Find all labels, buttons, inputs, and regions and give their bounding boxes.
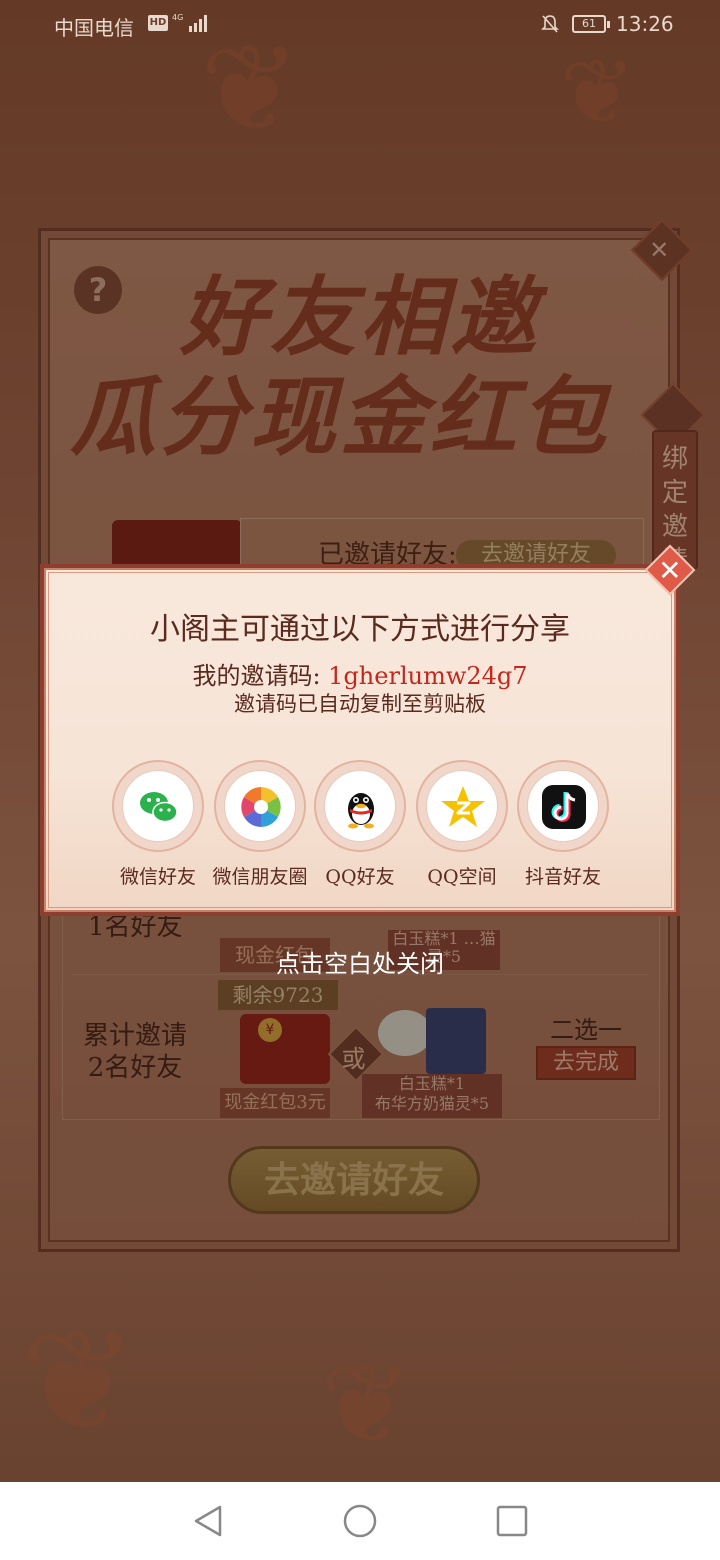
share-wechat-moments[interactable]: 微信朋友圈 — [210, 760, 310, 889]
recent-apps-icon[interactable] — [494, 1503, 530, 1539]
share-label: QQ空间 — [427, 866, 497, 888]
share-icon-ring — [112, 760, 204, 852]
share-label: QQ好友 — [325, 866, 395, 888]
network-type: 4G — [172, 13, 184, 22]
close-icon: ✕ — [658, 554, 682, 588]
clock: 13:26 — [616, 12, 674, 36]
share-label: 微信朋友圈 — [212, 866, 308, 888]
share-icon-ring — [314, 760, 406, 852]
share-label: 抖音好友 — [524, 866, 601, 888]
carrier-name: 中国电信 — [54, 16, 134, 40]
share-qq-friends[interactable]: QQ好友 — [310, 760, 410, 889]
hd-badge: HD — [148, 15, 168, 31]
share-douyin-friends[interactable]: 抖音好友 — [513, 760, 613, 889]
share-icon-ring — [214, 760, 306, 852]
signal-icon — [189, 15, 207, 32]
wechat-moments-icon — [224, 770, 296, 842]
share-label: 微信好友 — [119, 866, 196, 888]
bell-muted-icon — [541, 15, 559, 33]
wechat-icon — [122, 770, 194, 842]
invite-code[interactable]: 1gherlumw24g7 — [328, 662, 527, 690]
share-icon-ring — [416, 760, 508, 852]
home-icon[interactable] — [342, 1503, 378, 1539]
copied-notice: 邀请码已自动复制至剪贴板 — [234, 692, 486, 716]
share-wechat-friends[interactable]: 微信好友 — [108, 760, 208, 889]
battery-indicator: 61 — [572, 15, 610, 33]
qq-icon — [324, 770, 396, 842]
invite-code-line: 我的邀请码: 1gherlumw24g7 — [40, 656, 680, 691]
back-icon[interactable] — [190, 1503, 226, 1539]
status-bar: 中国电信 HD 4G 61 13:26 — [0, 0, 720, 50]
share-icon-ring — [517, 760, 609, 852]
dialog-title: 小阁主可通过以下方式进行分享 — [150, 612, 570, 647]
tap-blank-to-close-hint: 点击空白处关闭 — [276, 950, 444, 978]
douyin-icon — [527, 770, 599, 842]
invite-code-label: 我的邀请码: — [192, 662, 329, 690]
share-qzone[interactable]: QQ空间 — [412, 760, 512, 889]
qzone-icon — [426, 770, 498, 842]
